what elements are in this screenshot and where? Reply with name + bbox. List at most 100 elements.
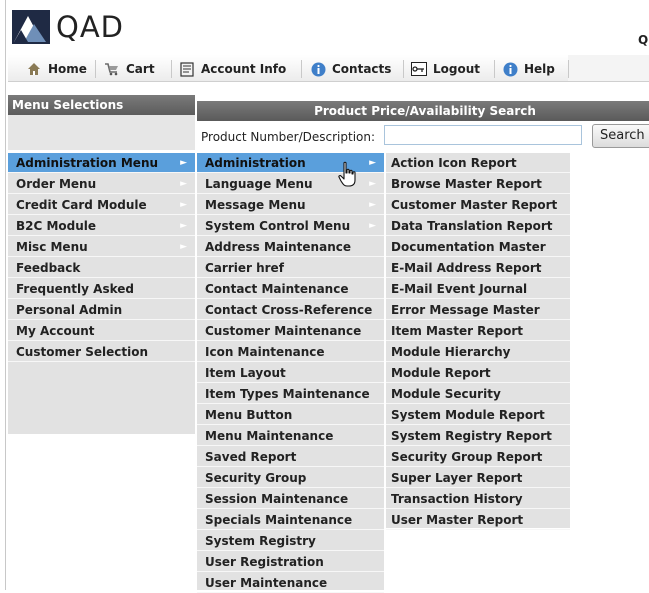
submenu-item-security-group[interactable]: Security Group xyxy=(197,468,384,488)
submenu-item-label: User Registration xyxy=(205,555,324,569)
submenu-item-carrier-href[interactable]: Carrier href xyxy=(197,258,384,278)
submenu-item-contact-maintenance[interactable]: Contact Maintenance xyxy=(197,279,384,299)
submenu-item-session-maintenance[interactable]: Session Maintenance xyxy=(197,489,384,509)
menu-item-label: Customer Selection xyxy=(16,345,148,359)
chevron-right-icon: ► xyxy=(180,158,187,168)
menu-item-label: Misc Menu xyxy=(16,240,88,254)
report-item-system-registry-report[interactable]: System Registry Report xyxy=(386,426,570,446)
menu-item-order-menu[interactable]: Order Menu ► xyxy=(8,174,195,194)
report-item-label: Browse Master Report xyxy=(391,177,542,191)
report-item-module-hierarchy[interactable]: Module Hierarchy xyxy=(386,342,570,362)
submenu-item-saved-report[interactable]: Saved Report xyxy=(197,447,384,467)
report-item-module-security[interactable]: Module Security xyxy=(386,384,570,404)
info-icon xyxy=(310,61,326,77)
submenu-item-specials-maintenance[interactable]: Specials Maintenance xyxy=(197,510,384,530)
page-border xyxy=(5,0,6,590)
menu-item-label: Administration Menu xyxy=(16,156,159,170)
nav-account-info-label: Account Info xyxy=(201,62,287,76)
cart-icon xyxy=(104,61,120,77)
search-button[interactable]: Search xyxy=(592,124,649,148)
report-item-label: System Registry Report xyxy=(391,429,552,443)
report-item-label: Action Icon Report xyxy=(391,156,517,170)
submenu-item-label: System Registry xyxy=(205,534,316,548)
submenu-item-menu-maintenance[interactable]: Menu Maintenance xyxy=(197,426,384,446)
report-item-security-group-report[interactable]: Security Group Report xyxy=(386,447,570,467)
header-corner-text: Q xyxy=(638,33,649,47)
submenu-item-label: Menu Button xyxy=(205,408,293,422)
menu-item-frequently-asked[interactable]: Frequently Asked xyxy=(8,279,195,299)
nav-cart[interactable]: Cart xyxy=(104,59,155,79)
menu-item-label: My Account xyxy=(16,324,95,338)
report-item-super-layer-report[interactable]: Super Layer Report xyxy=(386,468,570,488)
submenu-item-customer-maintenance[interactable]: Customer Maintenance xyxy=(197,321,384,341)
submenu-item-label: Icon Maintenance xyxy=(205,345,325,359)
nav-cart-label: Cart xyxy=(126,62,155,76)
menu-item-customer-selection[interactable]: Customer Selection xyxy=(8,342,195,362)
nav-home[interactable]: Home xyxy=(26,59,87,79)
menu-item-b2c-module[interactable]: B2C Module ► xyxy=(8,216,195,236)
submenu-item-user-registration[interactable]: User Registration xyxy=(197,552,384,572)
submenu-item-label: Contact Cross-Reference xyxy=(205,303,373,317)
submenu-item-system-control-menu[interactable]: System Control Menu ► xyxy=(197,216,384,236)
nav-contacts[interactable]: Contacts xyxy=(310,59,391,79)
submenu-item-icon-maintenance[interactable]: Icon Maintenance xyxy=(197,342,384,362)
report-item-error-message-master[interactable]: Error Message Master xyxy=(386,300,570,320)
nav-logout[interactable]: Logout xyxy=(411,59,480,79)
report-item-system-module-report[interactable]: System Module Report xyxy=(386,405,570,425)
hand-cursor-icon xyxy=(338,161,356,187)
menu-item-credit-card-module[interactable]: Credit Card Module ► xyxy=(8,195,195,215)
chevron-right-icon: ► xyxy=(369,200,376,210)
menu-item-label: Feedback xyxy=(16,261,81,275)
submenu-item-item-layout[interactable]: Item Layout xyxy=(197,363,384,383)
submenu-item-user-maintenance[interactable]: User Maintenance xyxy=(197,573,384,593)
nav-logout-label: Logout xyxy=(433,62,481,76)
menu-item-my-account[interactable]: My Account xyxy=(8,321,195,341)
submenu-item-label: Contact Maintenance xyxy=(205,282,349,296)
report-item-label: Documentation Master xyxy=(391,240,546,254)
report-item-item-master-report[interactable]: Item Master Report xyxy=(386,321,570,341)
home-icon xyxy=(26,61,42,77)
menu-item-personal-admin[interactable]: Personal Admin xyxy=(8,300,195,320)
submenu-item-label: Session Maintenance xyxy=(205,492,349,506)
submenu-item-menu-button[interactable]: Menu Button xyxy=(197,405,384,425)
submenu-item-label: User Maintenance xyxy=(205,576,328,590)
submenu-item-address-maintenance[interactable]: Address Maintenance xyxy=(197,237,384,257)
report-item-label: Module Report xyxy=(391,366,491,380)
report-item-customer-master-report[interactable]: Customer Master Report xyxy=(386,195,570,215)
report-item-label: Error Message Master xyxy=(391,303,540,317)
chevron-right-icon: ► xyxy=(369,179,376,189)
submenu-item-system-registry[interactable]: System Registry xyxy=(197,531,384,551)
menu-item-feedback[interactable]: Feedback xyxy=(8,258,195,278)
menu-item-label: Credit Card Module xyxy=(16,198,147,212)
report-item-label: E-Mail Address Report xyxy=(391,261,542,275)
submenu-item-message-menu[interactable]: Message Menu ► xyxy=(197,195,384,215)
report-item-user-master-report[interactable]: User Master Report xyxy=(386,510,570,530)
search-row: Product Number/Description: Search xyxy=(197,124,649,151)
report-item-transaction-history[interactable]: Transaction History xyxy=(386,489,570,509)
nav-help[interactable]: Help xyxy=(502,59,555,79)
menu-item-administration-menu[interactable]: Administration Menu ► xyxy=(8,153,195,173)
logo-text: QAD xyxy=(56,10,124,44)
submenu-item-contact-cross-reference[interactable]: Contact Cross-Reference xyxy=(197,300,384,320)
submenu-item-label: Item Types Maintenance xyxy=(205,387,370,401)
report-item-module-report[interactable]: Module Report xyxy=(386,363,570,383)
submenu-item-label: Carrier href xyxy=(205,261,284,275)
report-item-label: System Module Report xyxy=(391,408,545,422)
report-item-email-address-report[interactable]: E-Mail Address Report xyxy=(386,258,570,278)
report-item-label: Item Master Report xyxy=(391,324,524,338)
submenu-item-label: Address Maintenance xyxy=(205,240,351,254)
report-item-data-translation-report[interactable]: Data Translation Report xyxy=(386,216,570,236)
nav-account-info[interactable]: Account Info xyxy=(179,59,286,79)
report-item-browse-master-report[interactable]: Browse Master Report xyxy=(386,174,570,194)
submenu-item-label: Language Menu xyxy=(205,177,313,191)
product-search-input[interactable] xyxy=(384,125,582,145)
account-info-icon xyxy=(179,61,195,77)
report-item-documentation-master[interactable]: Documentation Master xyxy=(386,237,570,257)
report-item-email-event-journal[interactable]: E-Mail Event Journal xyxy=(386,279,570,299)
report-item-action-icon-report[interactable]: Action Icon Report xyxy=(386,153,570,173)
menu-item-misc-menu[interactable]: Misc Menu ► xyxy=(8,237,195,257)
submenu-item-label: Message Menu xyxy=(205,198,306,212)
logout-icon xyxy=(411,61,427,77)
submenu-item-item-types-maintenance[interactable]: Item Types Maintenance xyxy=(197,384,384,404)
qad-logo: QAD xyxy=(12,10,124,44)
